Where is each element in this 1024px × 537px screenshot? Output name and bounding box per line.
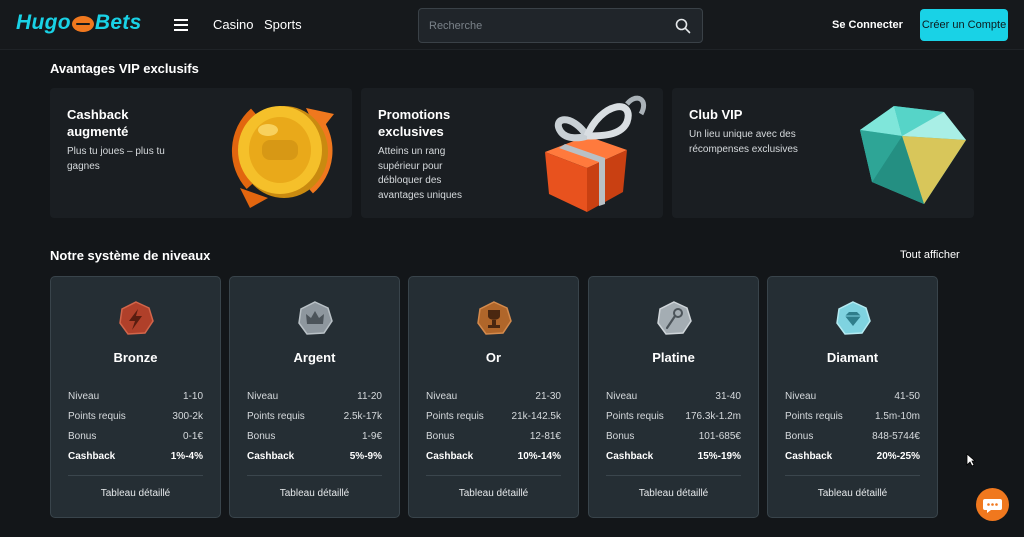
- detail-table-link[interactable]: Tableau détaillé: [51, 488, 220, 499]
- points-row: Points requis 21k-142.5k: [426, 411, 561, 422]
- vip-card-desc: Plus tu joues – plus tu gagnes: [67, 146, 165, 172]
- level-name: Bronze: [113, 350, 158, 365]
- divider: [785, 475, 920, 476]
- detail-table-link[interactable]: Tableau détaillé: [409, 488, 578, 499]
- crown-icon: [298, 301, 333, 335]
- level-row: Niveau 21-30: [426, 391, 561, 402]
- divider: [426, 475, 561, 476]
- divider: [606, 475, 741, 476]
- level-card-diamant: Diamant Niveau 41-50 Points requis 1.5m-10…: [767, 276, 938, 518]
- nav-sports[interactable]: Sports: [264, 17, 302, 32]
- points-row: Points requis 176.3k-1.2m: [606, 411, 741, 422]
- level-row: Niveau 41-50: [785, 391, 920, 402]
- bonus-row: Bonus 848-5744€: [785, 431, 920, 442]
- bonus-row: Bonus 12-81€: [426, 431, 561, 442]
- gift-box-icon: [545, 95, 647, 212]
- points-row: Points requis 1.5m-10m: [785, 411, 920, 422]
- diamond-icon: [860, 106, 966, 204]
- logo[interactable]: Hugo Bets: [16, 11, 142, 35]
- points-row: Points requis 2.5k-17k: [247, 411, 382, 422]
- chat-button[interactable]: [976, 488, 1009, 521]
- level-name: Diamant: [826, 350, 879, 365]
- login-button[interactable]: Se Connecter: [832, 19, 903, 31]
- cashback-row: Cashback 10%-14%: [426, 451, 561, 462]
- mouse-cursor-icon: [966, 453, 976, 467]
- level-row: Niveau 11-20: [247, 391, 382, 402]
- levels-section-title: Notre système de niveaux: [50, 248, 211, 263]
- logo-text-hugo: Hugo: [16, 11, 71, 34]
- divider: [247, 475, 382, 476]
- search-icon[interactable]: [675, 18, 691, 34]
- vip-card-title: Promotions exclusives: [378, 107, 451, 139]
- search-box: [418, 8, 703, 43]
- logo-text-bets: Bets: [94, 11, 142, 34]
- vip-card-desc: Un lieu unique avec des récompenses exclu…: [689, 129, 798, 155]
- trophy-icon: [477, 301, 512, 335]
- divider: [68, 475, 203, 476]
- level-row: Niveau 1-10: [68, 391, 203, 402]
- nav-casino[interactable]: Casino: [213, 17, 253, 32]
- detail-table-link[interactable]: Tableau détaillé: [230, 488, 399, 499]
- level-card-argent: Argent Niveau 11-20 Points requis 2.5k-17k…: [229, 276, 400, 518]
- hamburger-menu-icon[interactable]: [174, 19, 188, 31]
- vip-section-title: Avantages VIP exclusifs: [50, 61, 199, 76]
- level-row: Niveau 31-40: [606, 391, 741, 402]
- bonus-row: Bonus 101-685€: [606, 431, 741, 442]
- bonus-row: Bonus 1-9€: [247, 431, 382, 442]
- gem-icon: [836, 301, 871, 335]
- rugby-ball-icon: [71, 16, 94, 32]
- top-header: Hugo Bets Casino Sports Se Connecter Cré…: [0, 0, 1024, 50]
- vip-card-cashback: Cashback augmenté Plus tu joues – plus tu…: [50, 88, 352, 218]
- vip-card-club: Club VIP Un lieu unique avec des récompen…: [672, 88, 974, 218]
- vip-card-desc: Atteins un rang supérieur pour débloquer d…: [378, 146, 462, 201]
- level-name: Platine: [652, 350, 695, 365]
- bonus-row: Bonus 0-1€: [68, 431, 203, 442]
- cashback-row: Cashback 20%-25%: [785, 451, 920, 462]
- search-input[interactable]: [429, 17, 669, 35]
- level-card-or: Or Niveau 21-30 Points requis 21k-142.5k B…: [408, 276, 579, 518]
- gold-coin-icon: [232, 106, 334, 208]
- cashback-row: Cashback 5%-9%: [247, 451, 382, 462]
- scepter-icon: [657, 301, 692, 335]
- signup-button[interactable]: Créer un Compte: [920, 9, 1008, 41]
- points-row: Points requis 300-2k: [68, 411, 203, 422]
- level-card-platine: Platine Niveau 31-40 Points requis 176.3k-…: [588, 276, 759, 518]
- cashback-row: Cashback 15%-19%: [606, 451, 741, 462]
- vip-card-title: Club VIP: [689, 107, 743, 122]
- lightning-icon: [119, 301, 154, 335]
- cashback-row: Cashback 1%-4%: [68, 451, 203, 462]
- vip-card-promotions: Promotions exclusives Atteins un rang supé…: [361, 88, 663, 218]
- level-name: Or: [485, 350, 502, 365]
- show-all-link[interactable]: Tout afficher: [900, 249, 960, 261]
- vip-card-title: Cashback augmenté: [67, 107, 129, 139]
- chat-bubble-icon: [983, 499, 1002, 513]
- level-card-bronze: Bronze Niveau 1-10 Points requis 300-2k Bo…: [50, 276, 221, 518]
- detail-table-link[interactable]: Tableau détaillé: [768, 488, 937, 499]
- detail-table-link[interactable]: Tableau détaillé: [589, 488, 758, 499]
- level-name: Argent: [293, 350, 336, 365]
